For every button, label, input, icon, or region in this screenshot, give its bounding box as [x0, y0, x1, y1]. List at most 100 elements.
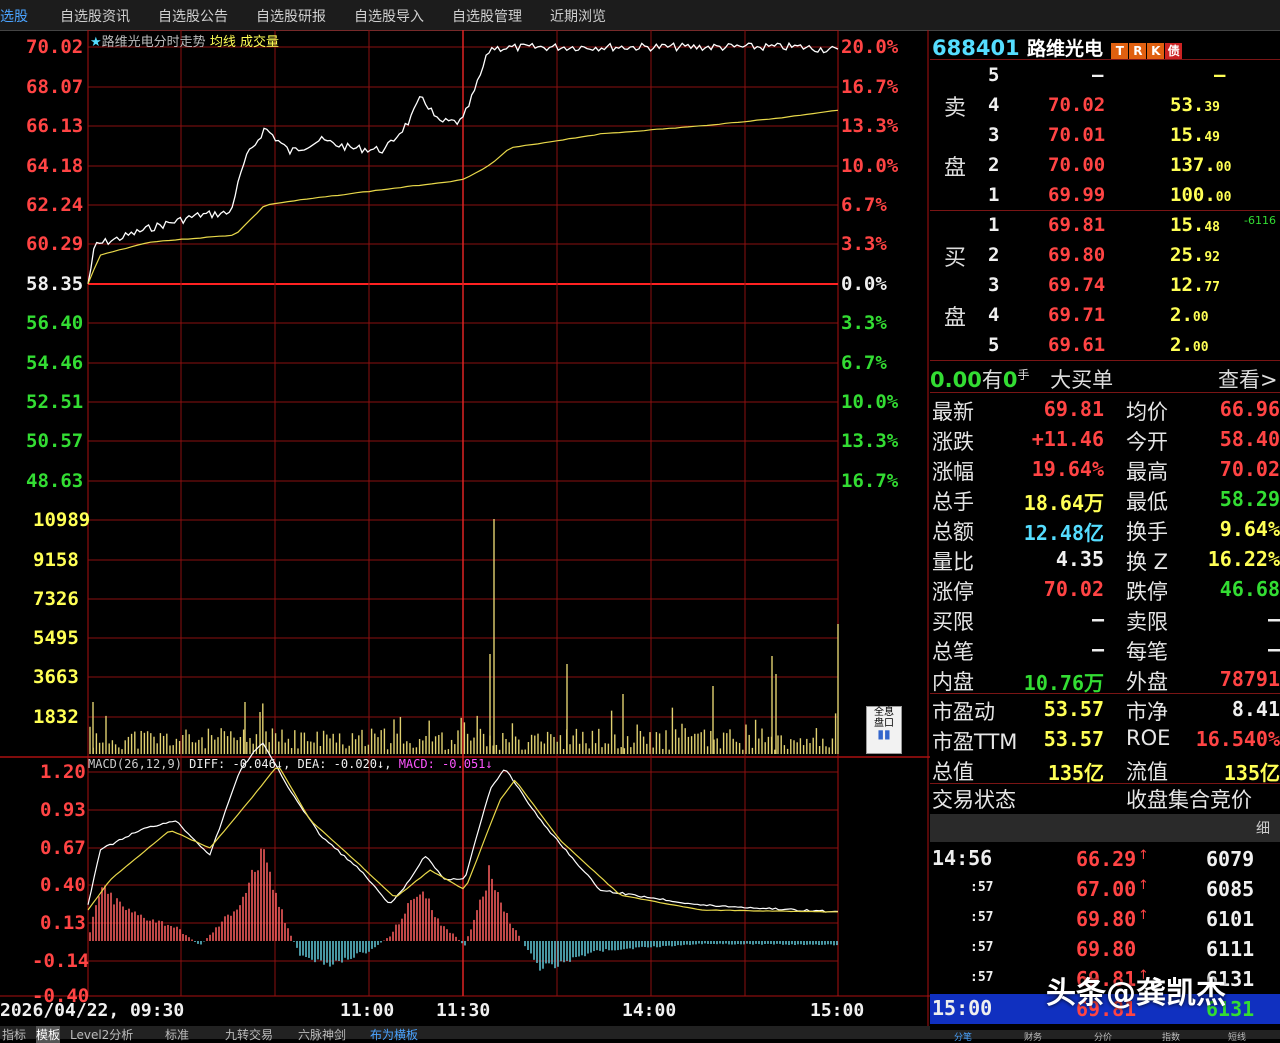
view-more-link[interactable]: 查看> [1218, 364, 1278, 394]
tab-ticks[interactable]: 分笔 [954, 1030, 972, 1043]
tab-level2[interactable]: Level2分析 [70, 1026, 133, 1043]
tab-index[interactable]: 指数 [1162, 1030, 1180, 1043]
stat-row-0: 最新 69.81 均价 66.96 [930, 394, 1280, 424]
sell-volume-int: 53. [1170, 94, 1205, 116]
pct-tick-4: 6.7% [841, 194, 887, 216]
stat-row-10: 市盈动 53.57 市净 8.41 [930, 694, 1280, 724]
ticks-detail-button[interactable]: 细 [1256, 818, 1270, 838]
sell-level: 3 [988, 124, 1000, 146]
tab-six-pulse[interactable]: 六脉神剑 [298, 1026, 346, 1043]
nav-tab-recent[interactable]: 近期浏览 [550, 6, 606, 26]
buy-row-3[interactable]: 4 69.71 2.00 [930, 301, 1280, 331]
buy-price: 69.74 [1048, 274, 1106, 296]
nav-tab-research[interactable]: 自选股研报 [256, 6, 326, 26]
tab-nine-turn[interactable]: 九转交易 [225, 1026, 273, 1043]
macd-title: MACD(26,12,9) DIFF: -0.046↓, DEA: -0.020… [88, 757, 493, 771]
price-tick-0: 70.02 [26, 36, 84, 58]
tick-row-1[interactable]: :57 67.00 ↑ 6085 [930, 874, 1280, 904]
tick-price: 69.80 [1076, 907, 1137, 931]
intraday-chart[interactable] [0, 30, 930, 1026]
time-label-1130: 11:30 [436, 1000, 491, 1021]
buy-row-4[interactable]: 5 69.61 2.00 [930, 331, 1280, 361]
sell-volume-dec: 00 [1215, 190, 1232, 205]
volume-bars [89, 519, 839, 754]
stat-value: 135亿 [1047, 761, 1104, 785]
tick-row-3[interactable]: :57 69.80 6111 [930, 934, 1280, 964]
sell-volume: 15.49 [1170, 124, 1220, 146]
stat-key-2: 跌停 [1126, 580, 1168, 604]
tick-volume: 6079 [1206, 847, 1255, 871]
pct-tick-9: 10.0% [841, 391, 899, 413]
price-tick-10: 50.57 [26, 430, 84, 452]
pct-tick-6: 0.0% [841, 273, 887, 295]
nav-tab-stock-picker[interactable]: 选股 [0, 6, 28, 26]
tick-time: :57 [970, 940, 994, 955]
sell-row-4[interactable]: 1 69.99 100.00 [930, 181, 1280, 211]
stat-key: 总笔 [932, 640, 974, 664]
nav-tab-import[interactable]: 自选股导入 [354, 6, 424, 26]
sell-volume-dec: 39 [1204, 100, 1220, 115]
tab-board[interactable]: 布为横板 [370, 1026, 418, 1043]
stat-key-2: 换手 [1126, 520, 1168, 544]
stat-value: +11.46 [1031, 427, 1104, 451]
macd-tick-1: 0.93 [40, 799, 86, 821]
tab-indicator[interactable]: 指标 [2, 1026, 26, 1043]
sell-row-3[interactable]: 2 70.00 137.00 [930, 151, 1280, 181]
buy-row-0[interactable]: 1 69.81 15.48 [930, 211, 1280, 241]
sell-row-1[interactable]: 4 70.02 53.39 [930, 91, 1280, 121]
nav-tab-news[interactable]: 自选股资讯 [60, 6, 130, 26]
buy-price: 69.80 [1048, 244, 1106, 266]
buy-row-1[interactable]: 2 69.80 25.92 [930, 241, 1280, 271]
buy-volume-int: 12. [1170, 274, 1205, 296]
buy-volume: 15.48 [1170, 214, 1220, 236]
sell-row-2[interactable]: 3 70.01 15.49 [930, 121, 1280, 151]
tick-row-2[interactable]: :57 69.80 ↑ 6101 [930, 904, 1280, 934]
stat-key: 市盈动 [932, 700, 995, 724]
buy-price: 69.71 [1048, 304, 1106, 326]
sell-volume: 100.00 [1170, 184, 1231, 206]
full-orderbook-button[interactable]: 全息 盘口 ▮▮ [866, 706, 902, 754]
tab-short[interactable]: 短线 [1228, 1030, 1246, 1043]
buy-row-2[interactable]: 3 69.74 12.77 [930, 271, 1280, 301]
sell-row-0[interactable]: 5 – – [930, 61, 1280, 91]
tick-row-0[interactable]: 14:56 66.29 ↑ 6079 [930, 844, 1280, 874]
tick-price: 67.00 [1076, 877, 1137, 901]
buy-volume-int: 2. [1170, 304, 1193, 326]
stat-key-2: 今开 [1126, 430, 1168, 454]
stat-row-9: 内盘 10.76万 外盘 78791 [930, 664, 1280, 695]
stat-value-2: 16.540% [1195, 727, 1280, 751]
stat-key-2: 每笔 [1126, 640, 1168, 664]
stat-row-12: 总值 135亿 流值 135亿 [930, 754, 1280, 785]
stat-key: 内盘 [932, 670, 974, 694]
buy-level: 1 [988, 214, 1000, 236]
stat-key: 买限 [932, 610, 974, 634]
stat-value: 70.02 [1043, 577, 1104, 601]
price-tick-2: 66.13 [26, 115, 84, 137]
nav-tab-announcements[interactable]: 自选股公告 [158, 6, 228, 26]
tab-standard[interactable]: 标准 [165, 1026, 189, 1043]
star-icon[interactable]: ★ [90, 35, 102, 50]
nav-tab-manage[interactable]: 自选股管理 [452, 6, 522, 26]
tab-price-dist[interactable]: 分价 [1094, 1030, 1112, 1043]
stat-key-2: 最高 [1126, 460, 1168, 484]
sell-price: – [1092, 64, 1104, 86]
tab-template[interactable]: 模板 [36, 1026, 61, 1043]
stat-key: 最新 [932, 400, 974, 424]
buy-level: 4 [988, 304, 1000, 326]
watermark: 头条@龚凯杰 [1046, 976, 1226, 1011]
tick-time: :57 [970, 970, 994, 985]
sell-price: 69.99 [1048, 184, 1106, 206]
pct-tick-5: 3.3% [841, 233, 887, 255]
up-arrow-icon: ↑ [1138, 878, 1149, 893]
macd-tick-5: -0.14 [32, 950, 90, 972]
trade-status-value: 收盘集合竞价 [1126, 788, 1252, 812]
pct-tick-8: 6.7% [841, 352, 887, 374]
volume-legend: 成交量 [239, 35, 279, 50]
buy-level: 3 [988, 274, 1000, 296]
buy-price: 69.81 [1048, 214, 1106, 236]
tab-finance[interactable]: 财务 [1024, 1030, 1042, 1043]
volume-tick-5: 1832 [33, 706, 79, 728]
price-tick-11: 48.63 [26, 470, 84, 492]
stat-value: 10.76万 [1023, 671, 1104, 695]
sell-volume-dec: 00 [1215, 160, 1232, 175]
